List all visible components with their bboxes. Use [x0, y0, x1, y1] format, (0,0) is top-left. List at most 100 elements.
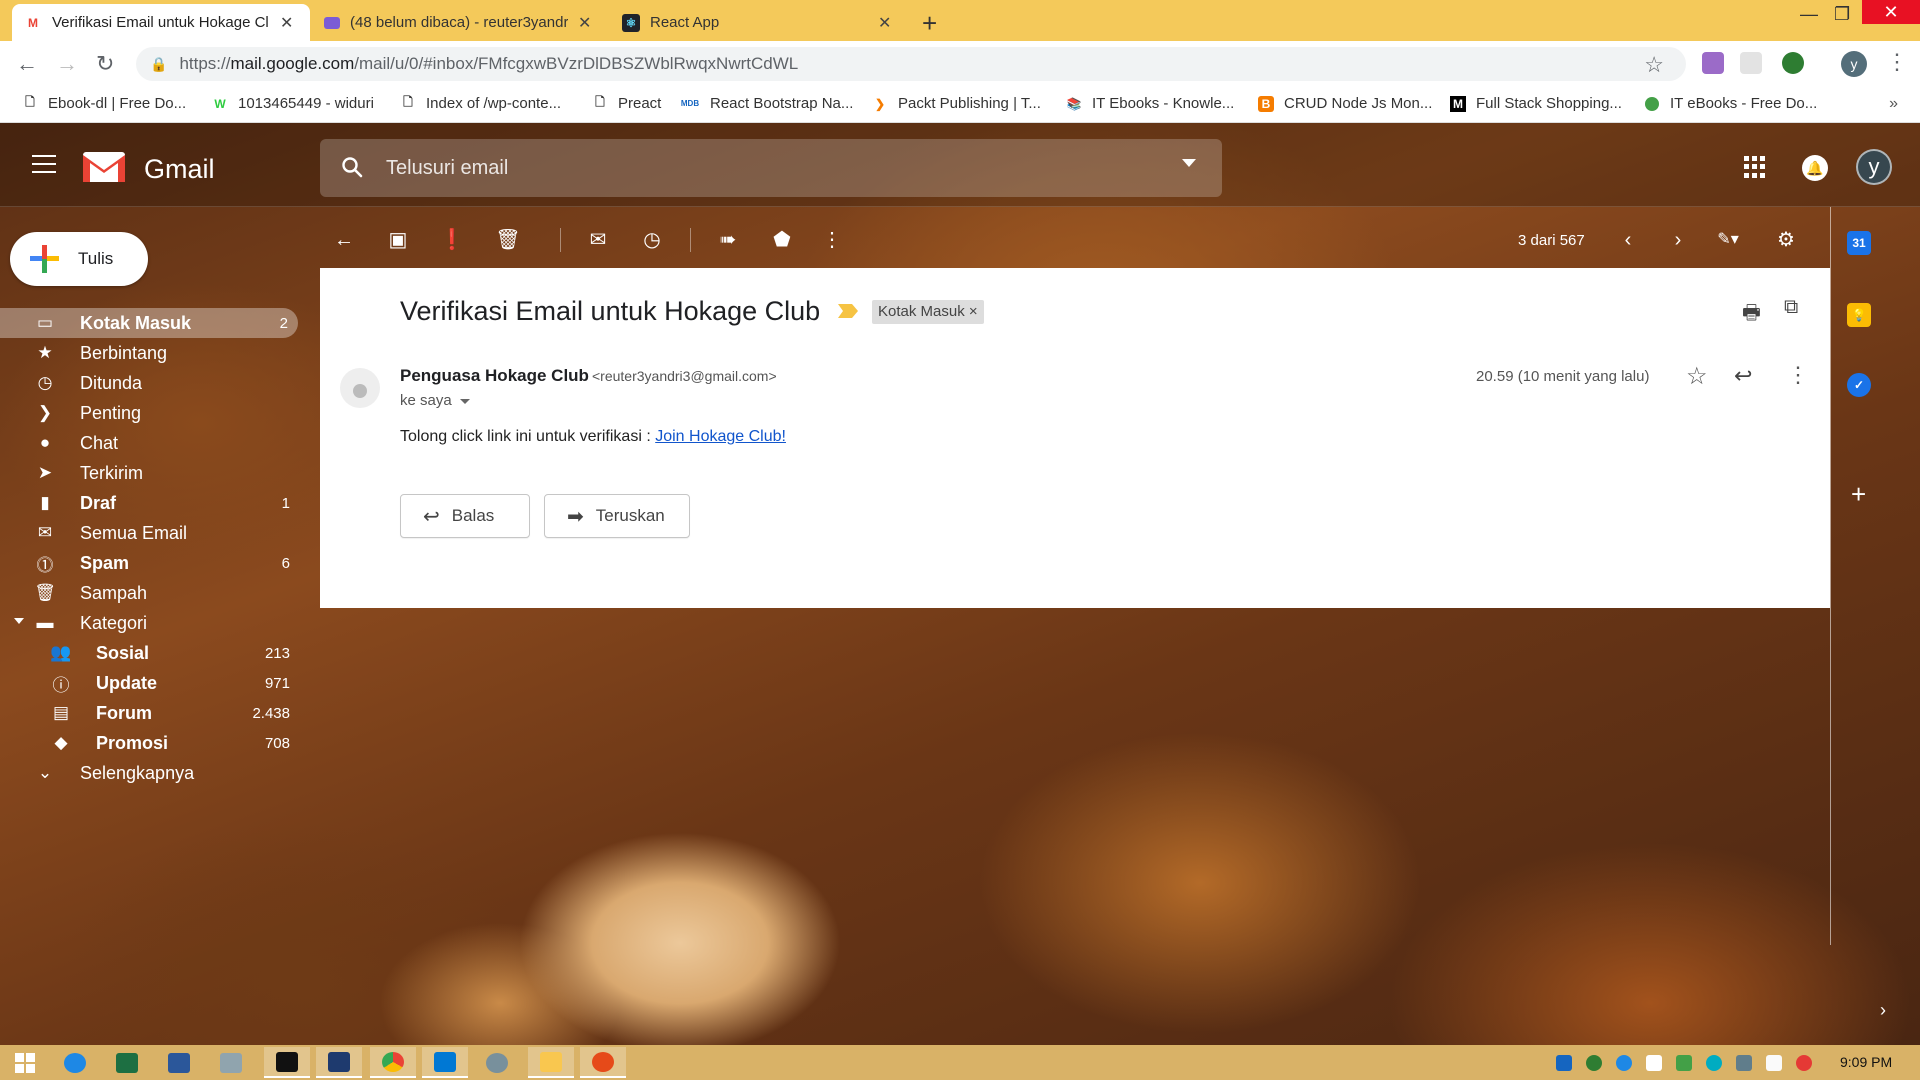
- sidebar-item-sent[interactable]: ➤ Terkirim: [0, 458, 300, 488]
- snooze-icon[interactable]: ◷: [638, 226, 666, 254]
- tab-gmail[interactable]: M Verifikasi Email untuk Hokage Cl ✕: [12, 4, 310, 41]
- sidebar-item-chat[interactable]: ● Chat: [0, 428, 300, 458]
- forward-button[interactable]: ➡ Teruskan: [544, 494, 690, 538]
- bookmark-item[interactable]: ❯ Packt Publishing | T...: [872, 95, 1041, 112]
- search-icon[interactable]: [340, 155, 364, 179]
- windows-start-icon[interactable]: [2, 1047, 48, 1078]
- bookmark-item[interactable]: 🗋 Index of /wp-conte...: [400, 95, 561, 112]
- terminal-icon[interactable]: [264, 1047, 310, 1078]
- wifi-icon[interactable]: [1736, 1055, 1752, 1071]
- reply-button[interactable]: ↩ Balas: [400, 494, 530, 538]
- sidebar-item-promotions[interactable]: ◆ Promosi 708: [0, 728, 300, 758]
- sidebar-item-spam[interactable]: ⓵ Spam 6: [0, 548, 300, 578]
- mark-unread-icon[interactable]: ✉: [584, 226, 612, 254]
- back-icon[interactable]: ←: [16, 51, 38, 77]
- extension-icon[interactable]: [1740, 52, 1762, 74]
- globe-extension-icon[interactable]: [1782, 52, 1804, 74]
- maximize-window-button[interactable]: ❐: [1834, 4, 1850, 25]
- flag-icon[interactable]: [1646, 1055, 1662, 1071]
- forward-icon[interactable]: →: [56, 51, 78, 77]
- open-in-new-window-icon[interactable]: ⧉: [1784, 296, 1798, 319]
- recipient-details[interactable]: ke saya: [400, 392, 470, 409]
- globe-tray-icon[interactable]: [1586, 1055, 1602, 1071]
- sidebar-item-all-mail[interactable]: ✉ Semua Email: [0, 518, 300, 548]
- sidebar-item-forums[interactable]: ▤ Forum 2.438: [0, 698, 300, 728]
- verification-link[interactable]: Join Hokage Club!: [655, 428, 786, 445]
- main-menu-icon[interactable]: [32, 155, 56, 173]
- bluetooth-icon[interactable]: [1556, 1055, 1572, 1071]
- keep-icon[interactable]: 💡: [1847, 303, 1871, 327]
- move-to-icon[interactable]: ➠: [714, 226, 742, 254]
- app-tray-icon[interactable]: [1706, 1055, 1722, 1071]
- sidebar-item-drafts[interactable]: ▮ Draf 1: [0, 488, 300, 518]
- search-input[interactable]: [386, 151, 1146, 185]
- word-icon[interactable]: [156, 1047, 202, 1078]
- editor-icon[interactable]: [316, 1047, 362, 1078]
- sidebar-item-more[interactable]: ⌄ Selengkapnya: [0, 758, 300, 788]
- connection-tray-icon[interactable]: [1676, 1055, 1692, 1071]
- app-icon[interactable]: [208, 1047, 254, 1078]
- back-to-inbox-icon[interactable]: ←: [330, 226, 358, 254]
- previous-message-icon[interactable]: ‹: [1614, 226, 1642, 254]
- bookmark-item[interactable]: M Full Stack Shopping...: [1450, 95, 1622, 112]
- sidebar-item-social[interactable]: 👥 Sosial 213: [0, 638, 300, 668]
- notifications-icon[interactable]: 🔔: [1802, 155, 1828, 181]
- sidebar-item-trash[interactable]: 🗑 Sampah: [0, 578, 300, 608]
- more-actions-icon[interactable]: ⋮: [818, 226, 846, 254]
- message-more-icon[interactable]: ⋮: [1787, 362, 1809, 388]
- input-tools-icon[interactable]: ✎▾: [1714, 226, 1742, 254]
- network-app-icon[interactable]: [474, 1047, 520, 1078]
- browser-profile-avatar[interactable]: y: [1841, 51, 1867, 77]
- reload-icon[interactable]: ↻: [96, 51, 114, 77]
- system-clock[interactable]: 9:09 PM: [1840, 1054, 1892, 1070]
- sidebar-item-categories[interactable]: ▬ Kategori: [0, 608, 300, 638]
- battery-icon[interactable]: [1766, 1055, 1782, 1071]
- show-details-dropdown-icon[interactable]: [459, 398, 470, 404]
- tab-react-app[interactable]: ⚛ React App ✕: [610, 4, 906, 41]
- settings-gear-icon[interactable]: ⚙: [1772, 226, 1800, 254]
- minimize-window-button[interactable]: —: [1800, 4, 1818, 25]
- sidebar-item-updates[interactable]: ⓘ Update 971: [0, 668, 300, 698]
- more-bookmarks-button[interactable]: »: [1889, 95, 1898, 113]
- close-window-button[interactable]: ✕: [1862, 0, 1920, 24]
- bookmark-item[interactable]: 📚 IT Ebooks - Knowle...: [1066, 95, 1235, 112]
- browser-menu-icon[interactable]: ⋮: [1886, 49, 1908, 75]
- archive-icon[interactable]: ▣: [384, 226, 412, 254]
- volume-icon[interactable]: [1796, 1055, 1812, 1071]
- importance-marker-icon[interactable]: [838, 304, 858, 318]
- vscode-icon[interactable]: [422, 1047, 468, 1078]
- bookmark-item[interactable]: MDB React Bootstrap Na...: [680, 95, 854, 112]
- compose-button[interactable]: Tulis: [10, 232, 148, 286]
- address-bar[interactable]: 🔒 https://mail.google.com/mail/u/0/#inbo…: [136, 47, 1686, 81]
- report-spam-icon[interactable]: ❗: [438, 226, 466, 254]
- bookmark-item[interactable]: 🗋 Ebook-dl | Free Do...: [22, 95, 186, 112]
- star-message-icon[interactable]: ☆: [1686, 362, 1708, 391]
- sidebar-item-inbox[interactable]: ▭ Kotak Masuk 2: [0, 308, 298, 338]
- delete-icon[interactable]: 🗑: [494, 226, 522, 254]
- collapse-caret-icon[interactable]: [14, 618, 24, 624]
- close-tab-icon[interactable]: ✕: [280, 13, 293, 33]
- search-options-dropdown-icon[interactable]: [1182, 159, 1196, 167]
- tab-yahoo-mail[interactable]: (48 belum dibaca) - reuter3yandr ✕: [312, 4, 608, 41]
- calendar-icon[interactable]: 31: [1847, 231, 1871, 255]
- sidebar-item-snoozed[interactable]: ◷ Ditunda: [0, 368, 300, 398]
- sidebar-item-important[interactable]: ❯ Penting: [0, 398, 300, 428]
- sidebar-item-starred[interactable]: ★ Berbintang: [0, 338, 300, 368]
- excel-icon[interactable]: [104, 1047, 150, 1078]
- chrome-icon[interactable]: [370, 1047, 416, 1078]
- bookmark-item[interactable]: W 1013465449 - widuri: [212, 95, 374, 112]
- sync-tray-icon[interactable]: [1616, 1055, 1632, 1071]
- close-tab-icon[interactable]: ✕: [578, 13, 591, 33]
- file-explorer-icon[interactable]: [528, 1047, 574, 1078]
- bookmark-item[interactable]: IT eBooks - Free Do...: [1644, 95, 1817, 112]
- tasks-icon[interactable]: ✓: [1847, 373, 1871, 397]
- internet-explorer-icon[interactable]: [52, 1047, 98, 1078]
- show-side-panel-icon[interactable]: ›: [1880, 1000, 1886, 1021]
- account-avatar[interactable]: y: [1856, 149, 1892, 185]
- new-tab-button[interactable]: +: [922, 8, 937, 39]
- extension-icon[interactable]: [1702, 52, 1724, 74]
- git-app-icon[interactable]: [580, 1047, 626, 1078]
- bookmark-item[interactable]: B CRUD Node Js Mon...: [1258, 95, 1432, 112]
- remove-label-icon[interactable]: ×: [969, 303, 978, 320]
- bookmark-item[interactable]: 🗋 Preact: [592, 95, 661, 112]
